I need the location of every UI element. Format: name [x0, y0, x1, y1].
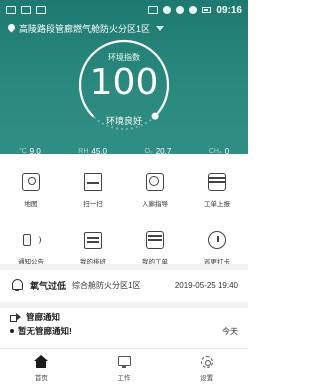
settings-icon — [200, 355, 214, 369]
notice-text: 暂无管廊通知! — [18, 326, 72, 336]
notice-bullet — [10, 329, 14, 333]
function-grid: 地图 扫一扫 入廊指导 工单上报 通知公告 我的排班 我的工单 巡更打卡 — [0, 166, 248, 272]
work-icon — [117, 355, 131, 369]
map-icon — [19, 170, 43, 194]
signal-icon — [189, 6, 198, 14]
alert-row[interactable]: 氧气过低 综合舱防火分区1区 2019-05-25 19:40 — [0, 270, 248, 300]
alert-location: 综合舱防火分区1区 — [72, 280, 141, 290]
metric-temperature: ℃ 9.0 — [18, 146, 41, 156]
alert-title: 氧气过低 — [30, 280, 67, 291]
gauge-value: 100 — [89, 62, 159, 103]
notice-title: 管廊通知 — [26, 312, 61, 322]
tab-work[interactable]: 工作 — [94, 355, 154, 382]
tile-scan[interactable]: 扫一扫 — [62, 166, 124, 214]
tile-guide[interactable]: 入廊指导 — [124, 166, 186, 214]
status-time: 09:16 — [216, 4, 242, 16]
home-icon — [34, 355, 49, 369]
gauge-status: 环境良好 — [105, 116, 142, 126]
mail-icon — [36, 6, 46, 14]
calendar-icon — [81, 228, 105, 252]
app-icon — [6, 6, 16, 14]
metrics-row: ℃ 9.0 RH 45.0 O₂ 20.7 CH₄ 0 — [0, 144, 248, 158]
tab-bar: 首页 工作 设置 — [0, 348, 248, 392]
nfc-icon — [148, 6, 159, 14]
tab-settings[interactable]: 设置 — [177, 355, 237, 382]
megaphone-icon — [10, 312, 21, 322]
tile-report[interactable]: 工单上报 — [186, 166, 248, 214]
fingerprint-icon — [143, 170, 167, 194]
metric-humidity: RH 45.0 — [78, 146, 107, 156]
alert-time: 2019-05-25 19:40 — [174, 280, 238, 290]
clock-icon — [205, 228, 229, 252]
status-bar: 09:16 — [0, 0, 248, 20]
location-pin-icon — [8, 24, 15, 33]
report-icon — [205, 170, 229, 194]
tile-map[interactable]: 地图 — [0, 166, 62, 214]
doc-icon — [143, 228, 167, 252]
image-icon — [21, 6, 31, 14]
location-icon — [163, 6, 172, 14]
environment-gauge: 环境指数 100 环境良好 — [64, 30, 184, 140]
wifi-icon — [176, 6, 185, 14]
divider — [0, 302, 248, 308]
bell-icon — [10, 278, 24, 292]
tab-home[interactable]: 首页 — [11, 355, 71, 382]
notice-block[interactable]: 管廊通知 暂无管廊通知! 今天 — [0, 310, 248, 338]
notice-date: 今天 — [222, 326, 238, 336]
scan-icon — [81, 170, 105, 194]
metric-oxygen: O₂ 20.7 — [144, 146, 172, 156]
battery-icon — [202, 7, 212, 13]
speaker-icon — [19, 228, 43, 252]
metric-methane: CH₄ 0 — [208, 146, 230, 156]
header: 09:16 高陵路段管廊燃气舱防火分区1区 环境指数 100 环境良好 ℃ 9.… — [0, 0, 248, 156]
